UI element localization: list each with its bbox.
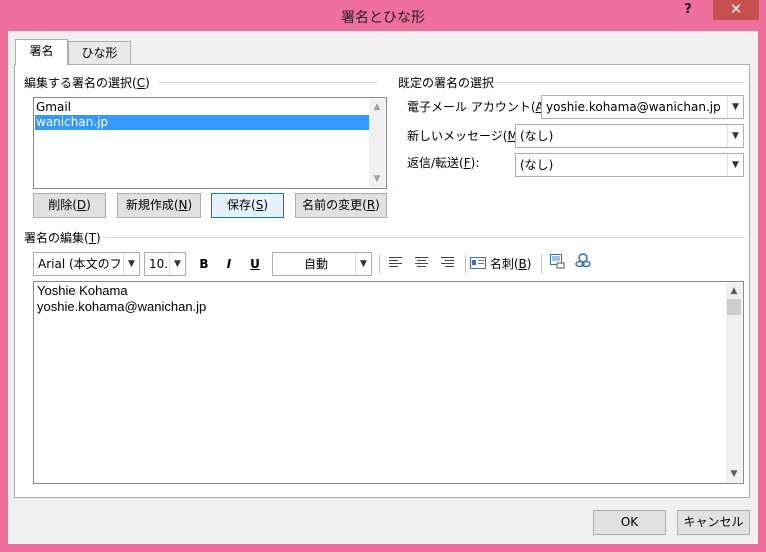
close-icon: ✕ xyxy=(729,0,743,18)
dialog-client: 署名 ひな形 編集する署名の選択(C) Gmail wanichan.jp ▲ … xyxy=(8,31,758,544)
business-card-icon xyxy=(470,257,486,269)
business-card-button[interactable]: 名刺(B) xyxy=(470,253,536,275)
tab-stationery-label: ひな形 xyxy=(81,46,118,60)
window-title: 署名とひな形 xyxy=(341,10,425,26)
list-item[interactable]: Gmail xyxy=(35,100,369,115)
chevron-down-icon: ▼ xyxy=(727,154,743,176)
scroll-down-icon[interactable]: ▼ xyxy=(726,466,742,482)
bold-button[interactable]: B xyxy=(193,253,215,275)
font-select[interactable]: Arial (本文のフォ ▼ xyxy=(33,252,140,276)
delete-button[interactable]: 削除(D) xyxy=(33,193,106,218)
list-scrollbar[interactable]: ▲ ▼ xyxy=(369,99,385,187)
tab-stationery[interactable]: ひな形 xyxy=(68,41,131,65)
ok-button[interactable]: OK xyxy=(593,510,666,535)
align-right-button[interactable] xyxy=(437,253,459,275)
list-item-label: Gmail xyxy=(36,100,72,114)
toolbar-separator xyxy=(379,254,380,274)
italic-button[interactable]: I xyxy=(218,253,240,275)
rename-button[interactable]: 名前の変更(R) xyxy=(295,193,387,218)
signature-line: yoshie.kohama@wanichan.jp xyxy=(37,299,207,314)
scroll-up-icon[interactable]: ▲ xyxy=(726,283,742,299)
align-left-icon xyxy=(389,257,402,267)
reply-forward-label: 返信/転送(F): xyxy=(407,156,480,170)
email-account-select[interactable]: yoshie.kohama@wanichan.jp ▼ xyxy=(541,95,744,119)
title-bar: 署名とひな形 ? ✕ xyxy=(0,0,766,32)
list-item[interactable]: wanichan.jp xyxy=(35,115,369,130)
list-item-label: wanichan.jp xyxy=(36,115,109,129)
scroll-thumb[interactable] xyxy=(727,299,741,315)
chevron-down-icon: ▼ xyxy=(123,253,139,275)
help-button[interactable]: ? xyxy=(668,0,708,22)
tab-signatures-label: 署名 xyxy=(29,44,54,58)
select-group-divider xyxy=(159,82,377,83)
hyperlink-icon xyxy=(575,253,591,268)
tab-signatures[interactable]: 署名 xyxy=(15,39,68,65)
chevron-down-icon: ▼ xyxy=(355,253,371,275)
align-center-button[interactable] xyxy=(411,253,433,275)
underline-button[interactable]: U xyxy=(244,253,266,275)
edit-group-divider xyxy=(105,237,745,238)
editor-scrollbar[interactable]: ▲ ▼ xyxy=(726,283,742,482)
align-left-button[interactable] xyxy=(385,253,407,275)
cancel-button[interactable]: キャンセル xyxy=(677,510,750,535)
defaults-group-divider xyxy=(495,82,745,83)
default-signature-label: 既定の署名の選択 xyxy=(398,74,495,91)
chevron-down-icon: ▼ xyxy=(169,253,185,275)
insert-hyperlink-button[interactable] xyxy=(572,253,594,275)
toolbar-separator xyxy=(541,254,542,274)
picture-icon xyxy=(550,254,565,269)
signature-line: Yoshie Kohama xyxy=(37,283,128,298)
chevron-down-icon: ▼ xyxy=(727,96,743,118)
new-messages-label: 新しいメッセージ(M): xyxy=(407,129,527,143)
signature-editor[interactable]: Yoshie Kohama yoshie.kohama@wanichan.jp … xyxy=(33,281,744,484)
new-button[interactable]: 新規作成(N) xyxy=(117,193,201,218)
toolbar-separator xyxy=(465,254,466,274)
close-button[interactable]: ✕ xyxy=(713,0,759,20)
signatures-panel: 編集する署名の選択(C) Gmail wanichan.jp ▲ ▼ 削除(D)… xyxy=(14,64,750,498)
chevron-down-icon: ▼ xyxy=(727,125,743,147)
select-signature-label: 編集する署名の選択(C) xyxy=(24,74,150,91)
insert-picture-button[interactable] xyxy=(546,253,568,275)
dialog-window: 署名とひな形 ? ✕ 署名 ひな形 編集する署名の選択(C) Gmail wan… xyxy=(0,0,766,552)
scroll-down-icon[interactable]: ▼ xyxy=(369,171,385,187)
reply-forward-select[interactable]: (なし) ▼ xyxy=(515,153,744,177)
new-messages-select[interactable]: (なし) ▼ xyxy=(515,124,744,148)
email-account-label: 電子メール アカウント(A): xyxy=(407,100,552,114)
signature-list[interactable]: Gmail wanichan.jp ▲ ▼ xyxy=(33,97,387,189)
scroll-up-icon[interactable]: ▲ xyxy=(369,99,385,115)
save-button[interactable]: 保存(S) xyxy=(211,193,284,218)
align-center-icon xyxy=(415,257,428,267)
font-size-select[interactable]: 10.5 ▼ xyxy=(144,252,186,276)
edit-signature-label: 署名の編集(T) xyxy=(24,229,101,246)
font-color-select[interactable]: 自動 ▼ xyxy=(272,252,372,276)
align-right-icon xyxy=(441,257,454,267)
